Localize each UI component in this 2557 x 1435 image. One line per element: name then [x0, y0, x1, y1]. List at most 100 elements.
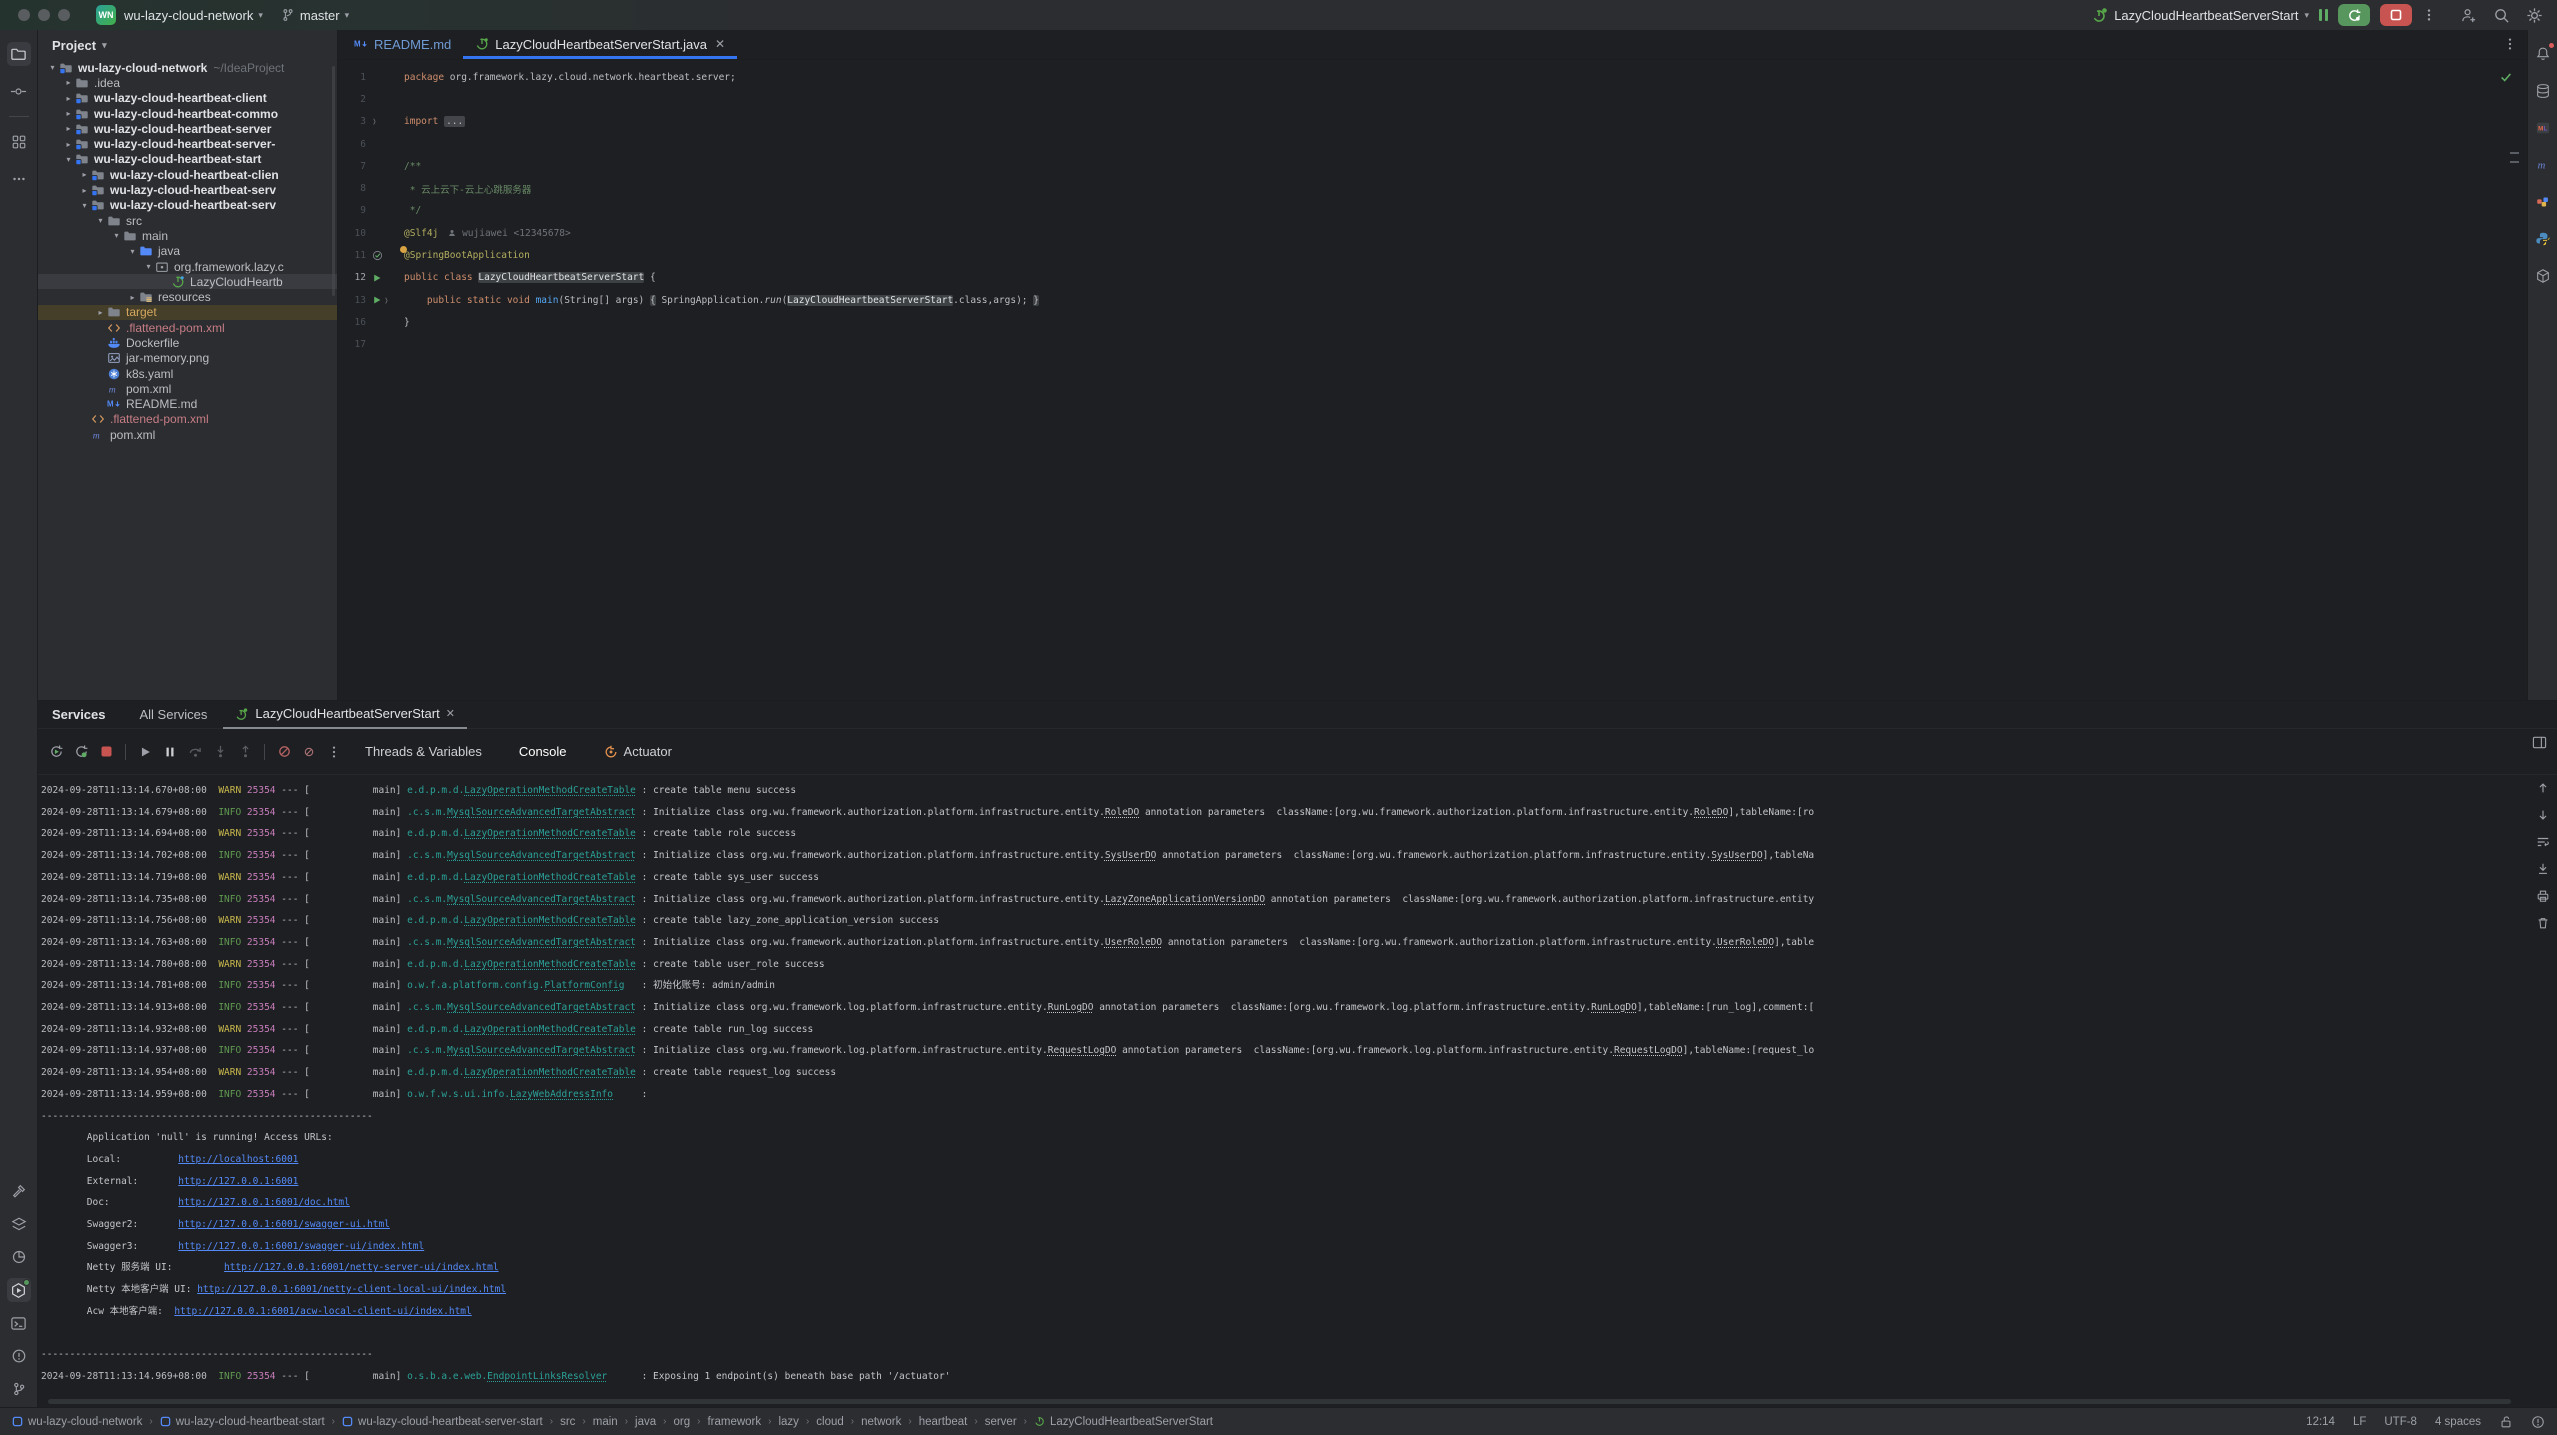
window-controls[interactable] [18, 9, 70, 21]
tree-item-lazycloudheartb[interactable]: LazyCloudHeartb [38, 274, 337, 289]
step-into-icon[interactable] [212, 744, 228, 760]
tree-item-wu-lazy-cloud-heartbeat-start[interactable]: ▾wu-lazy-cloud-heartbeat-start [38, 152, 337, 167]
tree-item--flattened-pom-xml[interactable]: .flattened-pom.xml [38, 320, 337, 335]
project-tool-button[interactable] [7, 42, 31, 66]
toolbar-more-icon[interactable] [326, 744, 342, 760]
tab-actuator[interactable]: Actuator [590, 744, 686, 759]
code-line-16[interactable]: 16} [338, 311, 2527, 333]
chevron-right-icon[interactable]: ▸ [78, 170, 91, 179]
tree-item-target[interactable]: ▸target [38, 305, 337, 320]
stop-button[interactable] [2380, 4, 2412, 26]
tree-item-wu-lazy-cloud-heartbeat-server-[interactable]: ▸wu-lazy-cloud-heartbeat-server- [38, 136, 337, 151]
rerun-with-build-icon[interactable] [73, 744, 89, 760]
console-link[interactable]: http://127.0.0.1:6001/netty-client-local… [197, 1284, 506, 1295]
tree-item-src[interactable]: ▾src [38, 213, 337, 228]
code-line-7[interactable]: 7/** [338, 155, 2527, 177]
services-tool-button[interactable] [7, 1278, 31, 1302]
tree-item-wu-lazy-cloud-heartbeat-serv[interactable]: ▾wu-lazy-cloud-heartbeat-serv [38, 198, 337, 213]
add-user-icon[interactable] [2460, 7, 2477, 24]
console-link[interactable]: http://127.0.0.1:6001 [178, 1176, 298, 1187]
tree-item--flattened-pom-xml[interactable]: .flattened-pom.xml [38, 412, 337, 427]
chevron-right-icon[interactable]: ▸ [62, 109, 75, 118]
rerun-button[interactable] [2338, 4, 2370, 26]
chevron-down-icon[interactable]: ▾ [78, 201, 91, 210]
breadcrumb-item[interactable]: server [985, 1416, 1017, 1428]
tab-readme[interactable]: M README.md [342, 30, 463, 59]
code-line-10[interactable]: 10@Slf4j wujiawei <12345678> [338, 222, 2527, 244]
inspections-ok-icon[interactable] [2499, 70, 2513, 84]
code-line-6[interactable]: 6 [338, 133, 2527, 155]
plugin-tool-button-2[interactable] [2531, 190, 2555, 214]
tab-console[interactable]: Console [505, 744, 581, 759]
chevron-right-icon[interactable]: ▸ [62, 78, 75, 87]
more-options-icon[interactable] [2422, 8, 2436, 22]
tree-item-wu-lazy-cloud-heartbeat-serv[interactable]: ▸wu-lazy-cloud-heartbeat-serv [38, 182, 337, 197]
chevron-down-icon[interactable]: ▾ [142, 262, 155, 271]
branch-selector[interactable]: master ▾ [281, 8, 349, 23]
chevron-right-icon[interactable]: ▸ [62, 140, 75, 149]
layout-settings-icon[interactable] [2532, 735, 2547, 750]
code-line-2[interactable]: 2 [338, 88, 2527, 110]
tab-options-icon[interactable] [2503, 37, 2517, 51]
error-indicator-icon[interactable] [2531, 1415, 2545, 1429]
dependencies-tool-button[interactable] [2531, 264, 2555, 288]
unlock-icon[interactable] [2499, 1415, 2513, 1429]
print-icon[interactable] [2536, 889, 2550, 903]
chevron-down-icon[interactable]: ▾ [102, 40, 107, 51]
resume-icon[interactable] [137, 744, 153, 760]
code-line-11[interactable]: 11@SpringBootApplication [338, 244, 2527, 266]
step-out-icon[interactable] [237, 744, 253, 760]
breadcrumb-item[interactable]: org [673, 1416, 690, 1428]
code-line-12[interactable]: 12public class LazyCloudHeartbeatServerS… [338, 267, 2527, 289]
scroll-up-icon[interactable] [2536, 781, 2550, 795]
terminal-tool-button[interactable] [7, 1311, 31, 1335]
breadcrumb-item[interactable]: network [861, 1416, 901, 1428]
mute-breakpoints-icon[interactable] [276, 744, 292, 760]
layers-tool-button[interactable] [7, 1212, 31, 1236]
breadcrumb-item[interactable]: wu-lazy-cloud-heartbeat-start [160, 1416, 325, 1428]
breadcrumb-item[interactable]: main [593, 1416, 618, 1428]
chevron-right-icon[interactable]: ▸ [78, 186, 91, 195]
structure-tool-button[interactable] [7, 130, 31, 154]
tab-main-class[interactable]: LazyCloudHeartbeatServerStart.java ✕ [463, 30, 737, 59]
tree-item-java[interactable]: ▾java [38, 244, 337, 259]
maximize-window-icon[interactable] [58, 9, 70, 21]
chevron-right-icon[interactable]: ▸ [62, 124, 75, 133]
problems-tool-button[interactable] [7, 1344, 31, 1368]
tree-item-main[interactable]: ▾main [38, 228, 337, 243]
console-horizontal-scrollbar[interactable] [48, 1399, 2511, 1404]
project-selector[interactable]: wu-lazy-cloud-network ▾ [124, 8, 263, 23]
tree-item-wu-lazy-cloud-heartbeat-server[interactable]: ▸wu-lazy-cloud-heartbeat-server [38, 121, 337, 136]
pause-icon[interactable] [162, 744, 178, 760]
view-breakpoints-icon[interactable] [301, 744, 317, 760]
breadcrumb-item[interactable]: lazy [778, 1416, 798, 1428]
console-link[interactable]: http://127.0.0.1:6001/acw-local-client-u… [174, 1306, 471, 1317]
tree-item-wu-lazy-cloud-heartbeat-clien[interactable]: ▸wu-lazy-cloud-heartbeat-clien [38, 167, 337, 182]
tree-item-wu-lazy-cloud-heartbeat-client[interactable]: ▸wu-lazy-cloud-heartbeat-client [38, 91, 337, 106]
search-icon[interactable] [2493, 7, 2510, 24]
stop-icon[interactable] [98, 744, 114, 760]
chevron-right-icon[interactable]: ▸ [126, 293, 139, 302]
code-line-9[interactable]: 9 */ [338, 200, 2527, 222]
scroll-to-end-icon[interactable] [2536, 862, 2550, 876]
tree-item-readme-md[interactable]: MREADME.md [38, 397, 337, 412]
console-output[interactable]: 2024-09-28T11:13:14.670+08:00 WARN 25354… [38, 775, 2557, 1407]
scroll-down-icon[interactable] [2536, 808, 2550, 822]
chevron-right-icon[interactable]: ▸ [62, 94, 75, 103]
tree-item-resources[interactable]: ▸resources [38, 289, 337, 304]
tree-item-wu-lazy-cloud-network[interactable]: ▾wu-lazy-cloud-network~/IdeaProject [38, 60, 337, 75]
close-tab-icon[interactable]: ✕ [715, 37, 725, 51]
breadcrumb-item[interactable]: LazyCloudHeartbeatServerStart [1034, 1416, 1213, 1428]
minimize-window-icon[interactable] [38, 9, 50, 21]
tree-item-k8s-yaml[interactable]: k8s.yaml [38, 366, 337, 381]
tree-item-jar-memory-png[interactable]: jar-memory.png [38, 351, 337, 366]
step-over-icon[interactable] [187, 744, 203, 760]
soft-wrap-icon[interactable] [2536, 835, 2550, 849]
console-link[interactable]: http://127.0.0.1:6001/doc.html [178, 1197, 350, 1208]
chevron-down-icon[interactable]: ▾ [110, 231, 123, 240]
more-tools-button[interactable] [7, 167, 31, 191]
tree-item-pom-xml[interactable]: mpom.xml [38, 427, 337, 442]
rerun-icon[interactable] [48, 744, 64, 760]
tab-all-services[interactable]: All Services [128, 701, 220, 729]
caret-position[interactable]: 12:14 [2306, 1416, 2335, 1428]
